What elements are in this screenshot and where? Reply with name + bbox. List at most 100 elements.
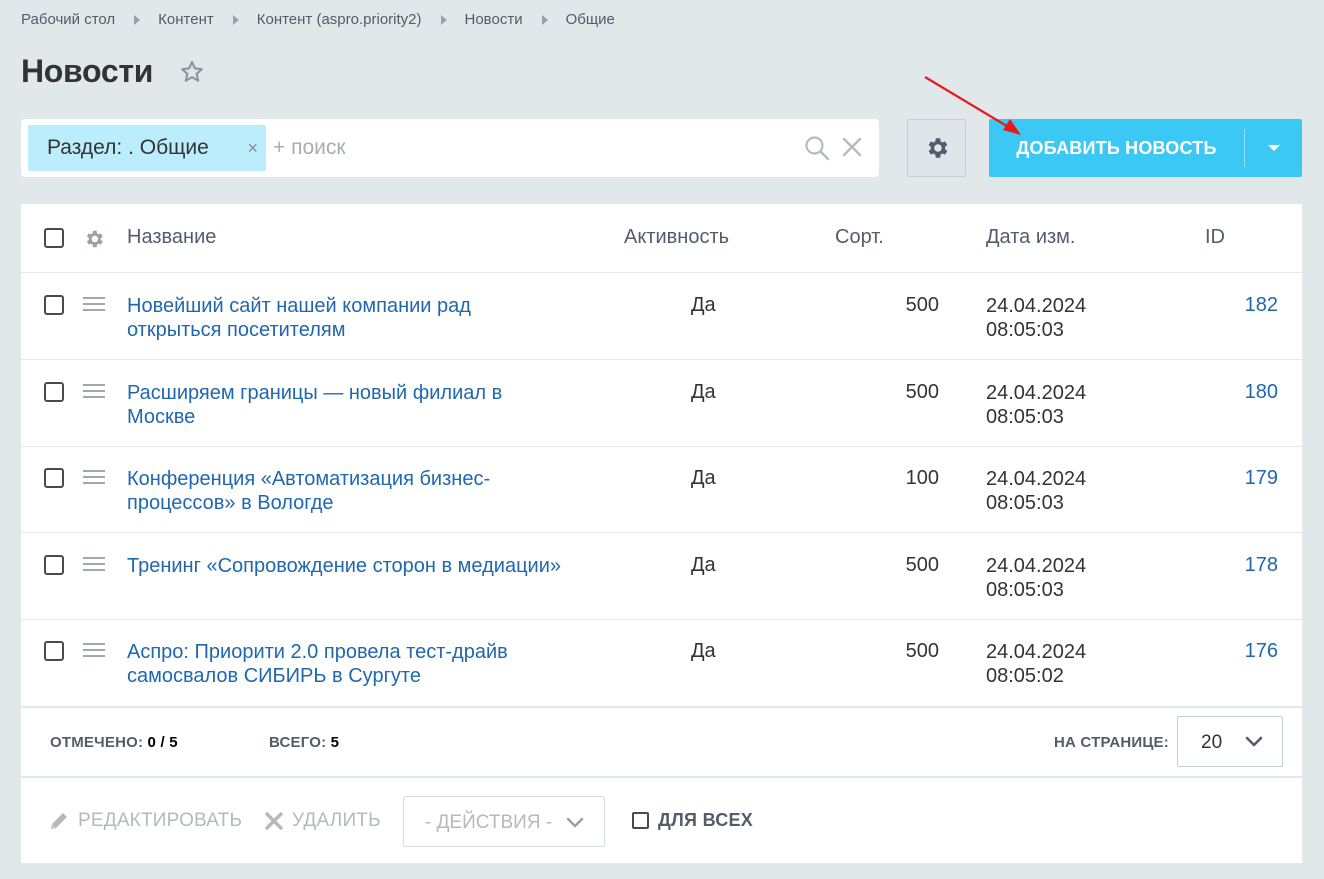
activity-value: Да: [691, 467, 716, 489]
breadcrumb-item-general[interactable]: Общие: [566, 11, 615, 28]
row-checkbox[interactable]: [44, 555, 64, 575]
date-value: 24.04.2024: [986, 382, 1087, 404]
column-settings-gear-icon[interactable]: [83, 228, 105, 250]
drag-handle-icon[interactable]: [83, 297, 105, 313]
time-value: 08:05:03: [986, 579, 1064, 601]
filter-tag-section[interactable]: Раздел: . Общие ×: [28, 125, 266, 171]
filter-tag-remove-icon[interactable]: ×: [247, 138, 258, 159]
news-title-link[interactable]: Тренинг «Сопровождение сторон в медиации…: [127, 554, 567, 578]
for-all-checkbox[interactable]: ДЛЯ ВСЕХ: [632, 810, 753, 831]
date-value: 24.04.2024: [986, 555, 1087, 577]
delete-button[interactable]: УДАЛИТЬ: [264, 810, 381, 832]
table-row[interactable]: Конференция «Автоматизация бизнес-процес…: [21, 446, 1302, 533]
delete-button-label: УДАЛИТЬ: [292, 810, 381, 831]
settings-button[interactable]: [907, 119, 966, 177]
drag-handle-icon[interactable]: [83, 470, 105, 486]
news-title-link[interactable]: Конференция «Автоматизация бизнес-процес…: [127, 467, 567, 515]
table-row[interactable]: Тренинг «Сопровождение сторон в медиации…: [21, 533, 1302, 620]
chevron-down-icon: [1245, 736, 1263, 747]
actions-select-value: - ДЕЙСТВИЯ -: [425, 812, 553, 833]
time-value: 08:05:02: [986, 665, 1064, 687]
table-row[interactable]: Аспро: Приорити 2.0 провела тест-драйв с…: [21, 619, 1302, 706]
row-checkbox[interactable]: [44, 382, 64, 402]
title-row: Новости: [21, 53, 205, 90]
total-label: ВСЕГО:: [269, 734, 327, 751]
search-input[interactable]: [273, 133, 773, 163]
breadcrumb-item-news[interactable]: Новости: [465, 11, 523, 28]
edit-button[interactable]: РЕДАКТИРОВАТЬ: [48, 810, 242, 832]
select-all-checkbox[interactable]: [44, 228, 64, 248]
modified-date: 24.04.2024 08:05:03: [986, 381, 1146, 429]
time-value: 08:05:03: [986, 406, 1064, 428]
add-options-dropdown[interactable]: [1245, 119, 1302, 177]
star-icon[interactable]: [179, 59, 205, 85]
news-title-link[interactable]: Новейший сайт нашей компании рад открыть…: [127, 294, 567, 342]
news-table: Название Активность Сорт. Дата изм. ID Н…: [21, 204, 1302, 706]
filter-tag-label: Раздел: . Общие: [47, 136, 209, 159]
column-header-active[interactable]: Активность: [624, 226, 729, 249]
news-title-link[interactable]: Аспро: Приорити 2.0 провела тест-драйв с…: [127, 640, 567, 688]
drag-handle-icon[interactable]: [83, 384, 105, 400]
news-title-link[interactable]: Расширяем границы — новый филиал в Москв…: [127, 381, 567, 429]
modified-date: 24.04.2024 08:05:03: [986, 554, 1146, 602]
activity-value: Да: [691, 294, 716, 316]
column-header-name[interactable]: Название: [127, 226, 216, 249]
id-link[interactable]: 179: [1191, 467, 1278, 490]
id-link[interactable]: 182: [1191, 294, 1278, 317]
for-all-checkbox-box[interactable]: [632, 812, 649, 829]
row-checkbox[interactable]: [44, 295, 64, 315]
clear-icon[interactable]: [841, 136, 863, 158]
column-header-date[interactable]: Дата изм.: [986, 226, 1076, 249]
gear-icon: [928, 138, 947, 158]
breadcrumb-arrow-icon: [232, 14, 239, 25]
row-checkbox[interactable]: [44, 468, 64, 488]
total-value: 5: [330, 734, 340, 751]
breadcrumb-item-content[interactable]: Контент: [158, 11, 214, 28]
activity-value: Да: [691, 640, 716, 662]
group-actions-panel: РЕДАКТИРОВАТЬ УДАЛИТЬ - ДЕЙСТВИЯ - ДЛЯ В…: [21, 778, 1302, 863]
filter-search-box[interactable]: Раздел: . Общие ×: [21, 119, 879, 177]
modified-date: 24.04.2024 08:05:03: [986, 467, 1146, 515]
table-footer: ОТМЕЧЕНО: 0 / 5 ВСЕГО: 5 НА СТРАНИЦЕ: 20: [21, 708, 1302, 776]
sort-value: 500: [905, 294, 939, 316]
add-news-button[interactable]: ДОБАВИТЬ НОВОСТЬ: [989, 119, 1302, 177]
table-row[interactable]: Новейший сайт нашей компании рад открыть…: [21, 273, 1302, 360]
modified-date: 24.04.2024 08:05:03: [986, 294, 1146, 342]
table-row[interactable]: Расширяем границы — новый филиал в Москв…: [21, 360, 1302, 447]
id-link[interactable]: 176: [1191, 640, 1278, 663]
drag-handle-icon[interactable]: [83, 643, 105, 659]
selected-count: ОТМЕЧЕНО: 0 / 5: [50, 734, 178, 751]
selected-value: 0 / 5: [147, 734, 178, 751]
cross-icon: [265, 812, 283, 830]
column-header-id[interactable]: ID: [1205, 226, 1225, 249]
breadcrumb-item-content-priority[interactable]: Контент (aspro.priority2): [257, 11, 422, 28]
per-page-value: 20: [1201, 732, 1223, 753]
activity-value: Да: [691, 381, 716, 403]
total-count: ВСЕГО: 5: [269, 734, 339, 751]
breadcrumb-item-desktop[interactable]: Рабочий стол: [21, 11, 115, 28]
chevron-down-icon: [566, 817, 584, 828]
drag-handle-icon[interactable]: [83, 557, 105, 573]
row-checkbox[interactable]: [44, 641, 64, 661]
modified-date: 24.04.2024 08:05:02: [986, 640, 1146, 688]
date-value: 24.04.2024: [986, 641, 1087, 663]
caret-down-icon: [1267, 145, 1280, 151]
id-link[interactable]: 180: [1191, 381, 1278, 404]
time-value: 08:05:03: [986, 319, 1064, 341]
time-value: 08:05:03: [986, 492, 1064, 514]
sort-value: 500: [905, 554, 939, 576]
id-link[interactable]: 178: [1191, 554, 1278, 577]
activity-value: Да: [691, 554, 716, 576]
search-icon[interactable]: [804, 135, 830, 161]
actions-select[interactable]: - ДЕЙСТВИЯ -: [403, 796, 605, 847]
per-page-select[interactable]: 20: [1177, 716, 1283, 767]
edit-button-label: РЕДАКТИРОВАТЬ: [78, 810, 243, 831]
breadcrumb-arrow-icon: [541, 14, 548, 25]
column-header-sort[interactable]: Сорт.: [835, 226, 884, 249]
for-all-label: ДЛЯ ВСЕХ: [658, 810, 754, 830]
breadcrumb-arrow-icon: [440, 14, 447, 25]
per-page-label: НА СТРАНИЦЕ:: [1054, 734, 1169, 751]
sort-value: 500: [905, 381, 939, 403]
breadcrumb-arrow-icon: [134, 14, 141, 25]
pencil-icon: [51, 813, 67, 829]
